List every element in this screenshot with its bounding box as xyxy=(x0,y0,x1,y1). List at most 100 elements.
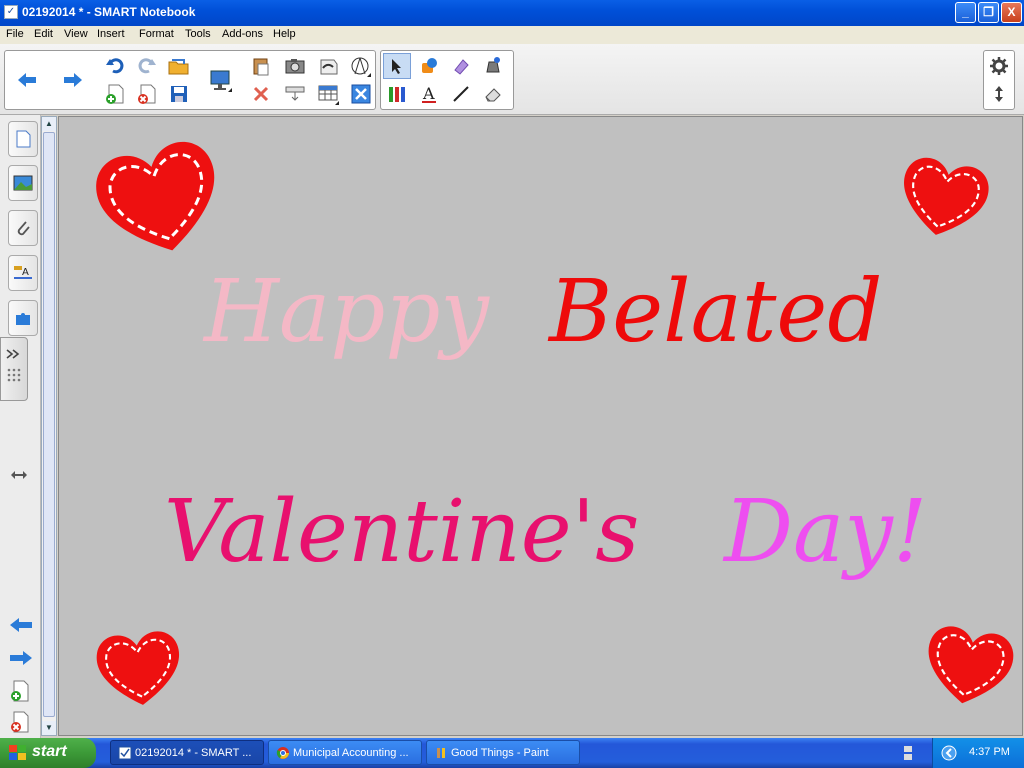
eraser-button[interactable] xyxy=(479,81,507,107)
menu-format[interactable]: Format xyxy=(139,28,174,40)
menu-help[interactable]: Help xyxy=(273,28,296,40)
settings-button[interactable] xyxy=(985,53,1013,79)
heart-top-left[interactable] xyxy=(89,132,229,262)
notebook-app-icon xyxy=(118,746,132,760)
heart-top-right[interactable] xyxy=(894,149,994,244)
forward-button[interactable] xyxy=(59,67,87,93)
heart-bottom-left[interactable] xyxy=(89,622,189,712)
show-hide-button[interactable] xyxy=(281,81,309,107)
table-button[interactable] xyxy=(315,81,343,107)
network-icon[interactable] xyxy=(902,744,914,762)
add-page-toolbar-button[interactable] xyxy=(101,81,129,107)
screen-shade-icon xyxy=(320,59,338,75)
move-toolbar-button[interactable] xyxy=(985,81,1013,107)
show-hidden-icons-icon[interactable] xyxy=(941,745,957,761)
resize-handle[interactable] xyxy=(10,470,28,483)
properties-tab[interactable]: A xyxy=(8,255,38,291)
gallery-tab[interactable] xyxy=(8,165,38,201)
close-box-icon xyxy=(351,84,371,104)
word-day[interactable]: Day! xyxy=(724,482,927,582)
text-a-icon: A xyxy=(422,84,436,103)
clear-button[interactable] xyxy=(347,81,375,107)
task-label: 02192014 * - SMART ... xyxy=(135,747,252,759)
paperclip-icon xyxy=(17,221,30,236)
paste-button[interactable] xyxy=(247,53,275,79)
menu-addons[interactable]: Add-ons xyxy=(222,28,263,40)
redo-button[interactable] xyxy=(133,53,161,79)
scroll-down-arrow[interactable]: ▼ xyxy=(42,721,56,735)
notebook-app-icon[interactable]: ✓ xyxy=(4,5,18,19)
eraser-icon xyxy=(485,88,501,102)
clipboard-icon xyxy=(253,58,269,76)
undo-icon xyxy=(106,58,124,74)
svg-text:A: A xyxy=(422,84,435,103)
addons-tab[interactable] xyxy=(8,300,38,336)
creative-pens-button[interactable] xyxy=(383,81,411,107)
scroll-up-arrow[interactable]: ▲ xyxy=(42,117,56,131)
eraser-pen-button[interactable] xyxy=(447,53,475,79)
delete-page-icon xyxy=(138,84,156,104)
delete-page-toolbar-button[interactable] xyxy=(133,81,161,107)
open-file-button[interactable] xyxy=(165,53,193,79)
start-button[interactable]: start xyxy=(0,738,96,768)
chrome-icon xyxy=(276,747,289,759)
task-paint[interactable]: Good Things - Paint xyxy=(426,740,580,765)
sidebar-add-page-button[interactable] xyxy=(9,679,31,706)
task-smart-notebook[interactable]: 02192014 * - SMART ... xyxy=(110,740,264,765)
menu-view[interactable]: View xyxy=(64,28,88,40)
select-tool-button[interactable] xyxy=(383,53,411,79)
attachments-tab[interactable] xyxy=(8,210,38,246)
add-page-icon xyxy=(11,680,29,702)
folder-icon xyxy=(168,59,189,75)
toolbar: A xyxy=(0,44,1024,115)
auto-hide-handle[interactable] xyxy=(0,337,28,401)
menu-edit[interactable]: Edit xyxy=(34,28,53,40)
word-valentines[interactable]: Valentine's xyxy=(164,482,639,582)
whiteboard-canvas[interactable]: Happy Belated Valentine's Day! xyxy=(58,116,1023,736)
task-chrome[interactable]: Municipal Accounting ... xyxy=(268,740,422,765)
arrow-right-icon xyxy=(10,651,32,665)
save-button[interactable] xyxy=(165,81,193,107)
undo-button[interactable] xyxy=(101,53,129,79)
task-label: Good Things - Paint xyxy=(451,747,549,759)
windows-logo-icon xyxy=(9,745,26,760)
puzzle-piece-icon xyxy=(16,313,30,325)
toolbar-group-tools: A xyxy=(380,50,514,110)
menu-tools[interactable]: Tools xyxy=(185,28,211,40)
page-icon xyxy=(16,130,31,148)
menu-file[interactable]: File xyxy=(6,28,24,40)
add-page-icon xyxy=(106,84,124,104)
full-screen-button[interactable] xyxy=(347,53,375,79)
screen-capture-button[interactable] xyxy=(281,53,309,79)
screen-icon xyxy=(285,86,305,101)
vertical-scrollbar[interactable]: ▲ ▼ xyxy=(41,116,57,736)
picture-icon xyxy=(13,175,33,191)
previous-page-button[interactable] xyxy=(8,615,34,638)
arrow-right-icon xyxy=(64,73,82,87)
text-button[interactable]: A xyxy=(415,81,443,107)
arrow-left-icon xyxy=(10,618,32,632)
shapes-icon xyxy=(422,58,437,73)
scroll-thumb[interactable] xyxy=(43,132,55,717)
screen-display-button[interactable] xyxy=(207,67,235,93)
fill-button[interactable] xyxy=(479,53,507,79)
line-button[interactable] xyxy=(447,81,475,107)
close-button[interactable]: X xyxy=(1001,2,1022,23)
restore-button[interactable]: ❐ xyxy=(978,2,999,23)
shapes-button[interactable] xyxy=(415,53,443,79)
word-happy[interactable]: Happy xyxy=(204,262,489,362)
delete-button[interactable] xyxy=(247,81,275,107)
screen-shade-button[interactable] xyxy=(315,53,343,79)
sidebar-delete-page-button[interactable] xyxy=(9,710,31,737)
arrow-left-icon xyxy=(18,73,36,87)
back-button[interactable] xyxy=(13,67,41,93)
word-belated[interactable]: Belated xyxy=(549,262,882,362)
heart-bottom-right[interactable] xyxy=(919,617,1019,712)
next-page-button[interactable] xyxy=(8,648,34,671)
double-chevron-icon xyxy=(6,349,21,382)
system-tray: 4:37 PM xyxy=(932,738,1024,768)
page-sorter-tab[interactable] xyxy=(8,121,38,157)
menu-insert[interactable]: Insert xyxy=(97,28,125,40)
cursor-arrow-icon xyxy=(392,59,401,74)
minimize-button[interactable]: _ xyxy=(955,2,976,23)
